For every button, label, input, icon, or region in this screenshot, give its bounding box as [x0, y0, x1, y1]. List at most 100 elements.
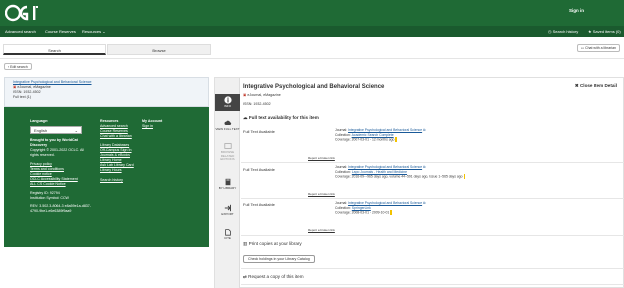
sign-in-link[interactable]: Sign in [569, 8, 584, 13]
star-icon: ★ [588, 29, 592, 34]
footer-link[interactable]: Chat with a librarian [100, 134, 132, 138]
language-label: Language: [30, 119, 49, 123]
footer-link[interactable]: Ask Lab Library Card [100, 163, 134, 167]
request-copy-heading: ⇄ Request a copy of this item [243, 274, 304, 279]
oclc-logo[interactable] [5, 3, 43, 23]
sidebar-item-by-library[interactable]: BY LIBRARY [215, 178, 240, 191]
sidebar-item-export[interactable]: EXPORT [215, 204, 240, 217]
print-copies-heading: ▥ Print copies at your library [243, 241, 302, 246]
divider [241, 235, 624, 236]
sidebar-item-info[interactable]: INFO [215, 94, 240, 111]
footer-link[interactable]: Library Databases [100, 143, 129, 147]
divider [0, 58, 624, 59]
divider [241, 198, 624, 199]
external-link-icon: ⧉ [423, 201, 426, 205]
chevron-down-icon: ⌄ [102, 29, 106, 34]
cloud-icon [224, 120, 231, 125]
nav-advanced-search[interactable]: Advanced search [5, 29, 36, 34]
library-icon: ▥ [243, 241, 248, 246]
footer-link[interactable]: Search history [100, 178, 123, 182]
full-text-label: Full Text Available [243, 167, 275, 172]
external-link-icon: ⧉ [423, 165, 426, 169]
nav-resources[interactable]: Resources ⌄ [82, 29, 106, 34]
footer-col-language: Language: English ⌄ Brought to you by Wor… [30, 119, 92, 214]
cookie-notice-2-link[interactable]: ALL CS Cookie Notice [30, 182, 66, 186]
close-icon: ✖ [574, 83, 579, 88]
detail-issn: ISSN: 1932-4502 [243, 102, 271, 106]
edit-search-button[interactable]: ‹ Edit search [4, 63, 32, 70]
rev-text: REV: 3.502.3-8064-3 e8a59e1a-d837-4790-9… [30, 204, 92, 213]
journal-link[interactable]: Integrative Psychological and Behavioral… [348, 128, 422, 132]
divider [241, 268, 624, 269]
full-text-label: Full Text Available [243, 202, 275, 207]
accessibility-link[interactable]: OCLC Accessibility Statement [30, 177, 78, 181]
sidebar-item-related[interactable]: BROWSE RELATED EDITIONS [215, 142, 240, 162]
tab-browse[interactable]: Browse [107, 44, 211, 55]
full-text-entry: Journal: Integrative Psychological and B… [335, 201, 426, 216]
cloud-icon: ☁ [243, 115, 248, 120]
report-broken-link[interactable]: Report a broken link [308, 228, 335, 232]
full-text-entry: Journal: Integrative Psychological and B… [335, 165, 466, 180]
item-detail-panel: INFO VIEW FULL TEXT BROWSE RELATED EDITI… [214, 77, 624, 288]
footer-link[interactable]: Off-Campus Sign In [100, 148, 132, 152]
close-item-detail-button[interactable]: ✖ Close Item Detail [575, 83, 617, 89]
top-bar: Sign in [0, 0, 624, 26]
sidebar-item-cite[interactable]: CITE [215, 228, 240, 241]
divider [241, 162, 624, 163]
coverage-value: 2007-03-01 - 12 months ago [351, 137, 395, 142]
sidebar-item-full-text[interactable]: VIEW FULL TEXT [215, 119, 240, 132]
terms-link[interactable]: Terms and conditions [30, 167, 64, 171]
export-icon [224, 204, 231, 212]
report-broken-link[interactable]: Report a broken link [308, 156, 335, 160]
detail-format: ▣ eJournal, eMagazine [243, 93, 281, 97]
collection-link[interactable]: Lapo Journals - Health and Medicine [352, 170, 407, 174]
journal-link[interactable]: Integrative Psychological and Behavioral… [348, 201, 422, 205]
history-icon: ◷ [548, 29, 552, 34]
detail-title: Integrative Psychological and Behavioral… [243, 84, 385, 90]
footer-link[interactable]: Library Hours [100, 168, 122, 172]
coverage-value: 2008-03-01 - 2009-10-01 [351, 210, 390, 215]
detail-sidebar: INFO VIEW FULL TEXT BROWSE RELATED EDITI… [215, 78, 240, 288]
footer-col-account: My Account Sign in [142, 119, 182, 129]
footer-link[interactable]: Course Reserves [100, 129, 128, 133]
tab-search[interactable]: Search [3, 44, 106, 55]
search-result-item[interactable]: Integrative Psychological and Behavioral… [4, 77, 209, 107]
external-link-icon: ⧉ [423, 128, 426, 132]
divider [241, 284, 624, 285]
brought-by-text: Brought to you by WorldCat Discovery [30, 138, 78, 147]
result-title-link[interactable]: Integrative Psychological and Behavioral… [13, 80, 92, 84]
footer-link[interactable]: Advanced search [100, 124, 128, 128]
journal-link[interactable]: Integrative Psychological and Behavioral… [348, 165, 422, 169]
nav-saved-items[interactable]: ★ Saved items (0) [588, 29, 621, 34]
footer-link[interactable]: Journals & eBooks [100, 153, 130, 157]
nav-course-reserves[interactable]: Course Reserves [45, 29, 76, 34]
library-icon [223, 143, 232, 149]
footer-col-resources: Resources Advanced search Course Reserve… [100, 119, 140, 183]
chat-icon: ▭ [580, 46, 585, 50]
chat-with-librarian-button[interactable]: ▭ Chat with a librarian [576, 44, 620, 52]
copyright-text: Copyright © 2001-2022 OCLC. All rights r… [30, 148, 84, 157]
full-text-entry: Journal: Integrative Psychological and B… [335, 128, 426, 143]
check-holdings-button[interactable]: Check holdings in your Library Catalog [243, 255, 315, 263]
nav-search-history[interactable]: ◷ Search history [548, 29, 578, 34]
cite-icon [224, 229, 231, 236]
footer-sign-in-link[interactable]: Sign in [142, 124, 153, 128]
request-icon: ⇄ [243, 274, 247, 279]
language-select[interactable]: English ⌄ [30, 126, 82, 134]
cookie-notice-link[interactable]: Cookie notice [30, 172, 52, 176]
privacy-policy-link[interactable]: Privacy policy [30, 162, 52, 166]
footer-link[interactable]: Library Home [100, 158, 122, 162]
report-broken-link[interactable]: Report a broken link [308, 192, 335, 196]
info-icon [223, 96, 232, 104]
chevron-left-icon: ‹ [8, 65, 10, 69]
full-text-heading: ☁ Full text availability for this item [243, 115, 319, 120]
result-held-by: Full text (1) [13, 95, 31, 99]
chevron-down-icon: ⌄ [74, 128, 78, 133]
collection-link[interactable]: SpringerLink [352, 206, 371, 210]
coverage-value: 2016-09-~965 days ago, volume 44~591 day… [351, 174, 463, 179]
book-icon [225, 178, 230, 186]
search-tabs: Search Browse [3, 44, 211, 55]
collection-link[interactable]: Academic Search Complete [352, 133, 394, 137]
full-text-label: Full Text Available [243, 129, 275, 134]
journal-icon: ▣ [13, 85, 17, 89]
